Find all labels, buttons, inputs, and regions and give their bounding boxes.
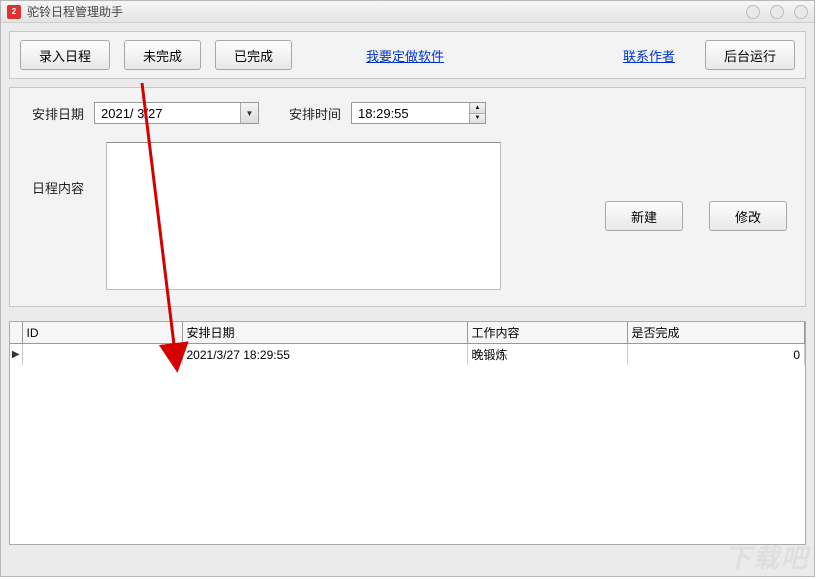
col-id[interactable]: ID: [22, 322, 182, 344]
contact-author-link[interactable]: 联系作者: [623, 46, 675, 65]
grid-header-row: ID 安排日期 工作内容 是否完成: [10, 322, 805, 344]
time-spinner[interactable]: ▲ ▼: [469, 103, 485, 123]
schedule-grid[interactable]: ID 安排日期 工作内容 是否完成 ▶ 1 2021/3/27 18:29:55…: [9, 321, 806, 545]
incomplete-button[interactable]: 未完成: [124, 40, 201, 70]
date-picker[interactable]: 2021/ 3/27 ▼: [94, 102, 259, 124]
col-done[interactable]: 是否完成: [627, 322, 805, 344]
cell-content: 晚锻炼: [467, 344, 627, 366]
grid-header-marker: [10, 322, 22, 344]
spinner-down-icon[interactable]: ▼: [470, 114, 485, 124]
app-window: 2 驼铃日程管理助手 录入日程 未完成 已完成 我要定做软件 联系作者 后台运行…: [0, 0, 815, 577]
cell-date: 2021/3/27 18:29:55: [182, 344, 467, 366]
col-content[interactable]: 工作内容: [467, 322, 627, 344]
cell-done: 0: [627, 344, 805, 366]
window-title: 驼铃日程管理助手: [27, 3, 123, 20]
app-icon: 2: [7, 5, 21, 19]
time-value: 18:29:55: [352, 106, 469, 121]
run-background-button[interactable]: 后台运行: [705, 40, 795, 70]
date-value: 2021/ 3/27: [95, 106, 240, 121]
time-picker[interactable]: 18:29:55 ▲ ▼: [351, 102, 486, 124]
minimize-button[interactable]: [746, 5, 760, 19]
spinner-up-icon[interactable]: ▲: [470, 103, 485, 114]
chevron-down-icon[interactable]: ▼: [240, 103, 258, 123]
close-button[interactable]: [794, 5, 808, 19]
completed-button[interactable]: 已完成: [215, 40, 292, 70]
edit-button[interactable]: 修改: [709, 201, 787, 231]
custom-software-link[interactable]: 我要定做软件: [366, 46, 444, 65]
form-panel: 安排日期 2021/ 3/27 ▼ 安排时间 18:29:55 ▲ ▼ 日程内容: [9, 87, 806, 307]
content-textarea[interactable]: [106, 142, 501, 290]
cell-id: 1: [22, 344, 182, 366]
content-label: 日程内容: [32, 142, 84, 197]
toolbar: 录入日程 未完成 已完成 我要定做软件 联系作者 后台运行: [9, 31, 806, 79]
table-row[interactable]: ▶ 1 2021/3/27 18:29:55 晚锻炼 0: [10, 344, 805, 366]
date-label: 安排日期: [32, 104, 84, 123]
new-button[interactable]: 新建: [605, 201, 683, 231]
row-marker-icon: ▶: [10, 344, 22, 366]
maximize-button[interactable]: [770, 5, 784, 19]
enter-schedule-button[interactable]: 录入日程: [20, 40, 110, 70]
time-label: 安排时间: [289, 104, 341, 123]
titlebar: 2 驼铃日程管理助手: [1, 1, 814, 23]
col-date[interactable]: 安排日期: [182, 322, 467, 344]
